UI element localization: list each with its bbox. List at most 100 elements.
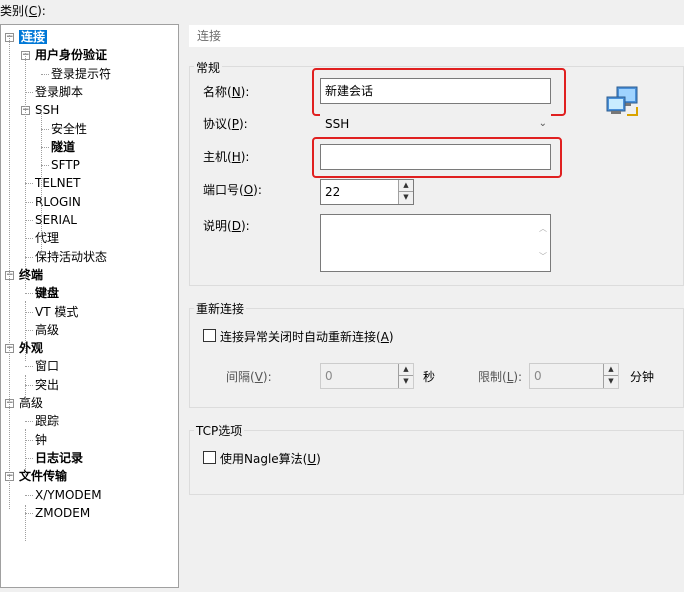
tree-item[interactable]: 日志记录 (35, 450, 83, 466)
tree-item[interactable]: SSH (35, 102, 59, 118)
tree-item-label: 登录提示符 (51, 66, 112, 81)
spin-up-icon[interactable]: ▲ (399, 180, 413, 192)
panel-title: 连接 (197, 29, 222, 43)
host-label-post: ): (240, 150, 250, 164)
tree-item[interactable]: 隧道 (51, 139, 75, 155)
auto-reconnect-label-key: A (380, 330, 389, 344)
category-label-key: C (28, 4, 38, 18)
tree-guide-line (9, 35, 10, 509)
spin-up-icon[interactable]: ▲ (604, 364, 618, 376)
auto-reconnect-label-pre: 连接异常关闭时自动重新连接( (220, 330, 381, 344)
nagle-checkbox[interactable] (203, 451, 216, 464)
host-highlight-box (312, 137, 562, 178)
chevron-down-icon: ⌄ (538, 118, 547, 129)
interval-spinner[interactable]: ▲ ▼ (398, 364, 413, 388)
tree-item[interactable]: 登录提示符 (51, 66, 111, 82)
scroll-down-icon[interactable]: ﹀ (539, 245, 547, 269)
reconnect-group (189, 308, 684, 408)
tree-item-label: 保持活动状态 (35, 249, 108, 264)
tree-connector (25, 384, 33, 386)
name-label-post: ): (240, 85, 250, 99)
description-textarea[interactable]: ︿ ﹀ (320, 214, 551, 272)
category-label-pre: 类别( (0, 4, 29, 18)
tree-connector (25, 183, 33, 185)
port-input[interactable]: 22 ▲ ▼ (320, 179, 414, 205)
scroll-up-icon[interactable]: ︿ (539, 217, 547, 241)
interval-input[interactable]: 0 ▲ ▼ (320, 363, 414, 389)
description-scrollbar[interactable]: ︿ ﹀ (536, 215, 550, 271)
spin-down-icon[interactable]: ▼ (399, 192, 413, 204)
tree-item-label: 外观 (19, 341, 44, 356)
tree-item[interactable]: 外观 (19, 340, 43, 356)
port-label-key: O (243, 183, 254, 197)
tree-item-label: 突出 (35, 377, 60, 392)
nagle-label-post: ) (316, 452, 321, 466)
limit-label: 限制(L): (478, 368, 522, 385)
category-tree[interactable]: 连接 − 用户身份验证 − 登录提示符 登录脚本 SSH − 安全性 隧道 SFTP TELNET RL… (0, 24, 179, 588)
auto-reconnect-label-post: ) (388, 330, 394, 344)
interval-label-post: ): (262, 370, 272, 384)
auto-reconnect-checkbox[interactable] (203, 329, 216, 342)
protocol-label-post: ): (238, 117, 248, 131)
tree-item[interactable]: 高级 (19, 395, 43, 411)
general-group-title: 常规 (194, 59, 223, 76)
tree-item[interactable]: SFTP (51, 157, 80, 173)
tree-item[interactable]: 安全性 (51, 121, 87, 137)
tree-item[interactable]: X/YMODEM (35, 487, 102, 503)
tree-item[interactable]: ZMODEM (35, 505, 90, 521)
tree-item[interactable]: 登录脚本 (35, 84, 83, 100)
protocol-select-value: SSH (325, 117, 350, 131)
tree-item-label: X/YMODEM (35, 487, 102, 502)
tree-item[interactable]: 用户身份验证 (35, 47, 107, 63)
tree-item[interactable]: 文件传输 (19, 468, 67, 484)
tree-item[interactable]: 窗口 (35, 358, 59, 374)
tree-item-label: 窗口 (35, 359, 60, 374)
tree-guide-line (25, 429, 26, 477)
tree-connector (25, 311, 33, 313)
tree-connector (25, 201, 33, 203)
protocol-select[interactable]: SSH ⌄ (320, 113, 551, 135)
protocol-label: 协议(P): (203, 115, 248, 132)
tree-item-label: SFTP (51, 158, 80, 173)
tree-guide-line (25, 53, 26, 289)
tree-item[interactable]: 键盘 (35, 285, 59, 301)
tree-item[interactable]: VT 模式 (35, 304, 78, 320)
tree-item-label: 钟 (35, 432, 48, 447)
tree-item[interactable]: 终端 (19, 267, 43, 283)
tree-item-label: 文件传输 (19, 469, 68, 484)
spin-down-icon[interactable]: ▼ (399, 376, 413, 388)
description-label-key: D (231, 219, 241, 233)
interval-label: 间隔(V): (226, 368, 272, 385)
description-label-pre: 说明( (203, 219, 232, 233)
auto-reconnect-label[interactable]: 连接异常关闭时自动重新连接(A) (220, 328, 394, 345)
limit-spinner[interactable]: ▲ ▼ (603, 364, 618, 388)
description-label: 说明(D): (203, 217, 250, 234)
tree-item[interactable]: 突出 (35, 377, 59, 393)
tree-item-label: VT 模式 (35, 304, 79, 319)
network-computers-icon (606, 86, 638, 116)
tree-item[interactable]: 高级 (35, 322, 59, 338)
tree-item-label: 用户身份验证 (35, 48, 108, 63)
tree-item[interactable]: 钟 (35, 432, 47, 448)
limit-label-post: ): (513, 370, 523, 384)
spin-down-icon[interactable]: ▼ (604, 376, 618, 388)
tree-item[interactable]: 代理 (35, 230, 59, 246)
limit-label-pre: 限制( (478, 370, 507, 384)
tree-connector (25, 457, 33, 459)
tree-guide-line (25, 505, 26, 541)
tree-connector (25, 439, 33, 441)
port-spinner[interactable]: ▲ ▼ (398, 180, 413, 204)
tree-item[interactable]: 跟踪 (35, 413, 59, 429)
description-label-post: ): (240, 219, 250, 233)
port-label: 端口号(O): (203, 181, 262, 198)
nagle-label[interactable]: 使用Nagle算法(U) (220, 450, 321, 467)
category-label: 类别(C): (0, 2, 46, 19)
tree-item[interactable]: 连接 (19, 29, 48, 45)
interval-unit: 秒 (423, 370, 436, 384)
tree-item[interactable]: 保持活动状态 (35, 249, 107, 265)
category-label-post: ): (37, 4, 46, 18)
tree-item-label: 终端 (19, 267, 44, 282)
spin-up-icon[interactable]: ▲ (399, 364, 413, 376)
port-label-post: ): (253, 183, 262, 197)
limit-input[interactable]: 0 ▲ ▼ (529, 363, 619, 389)
